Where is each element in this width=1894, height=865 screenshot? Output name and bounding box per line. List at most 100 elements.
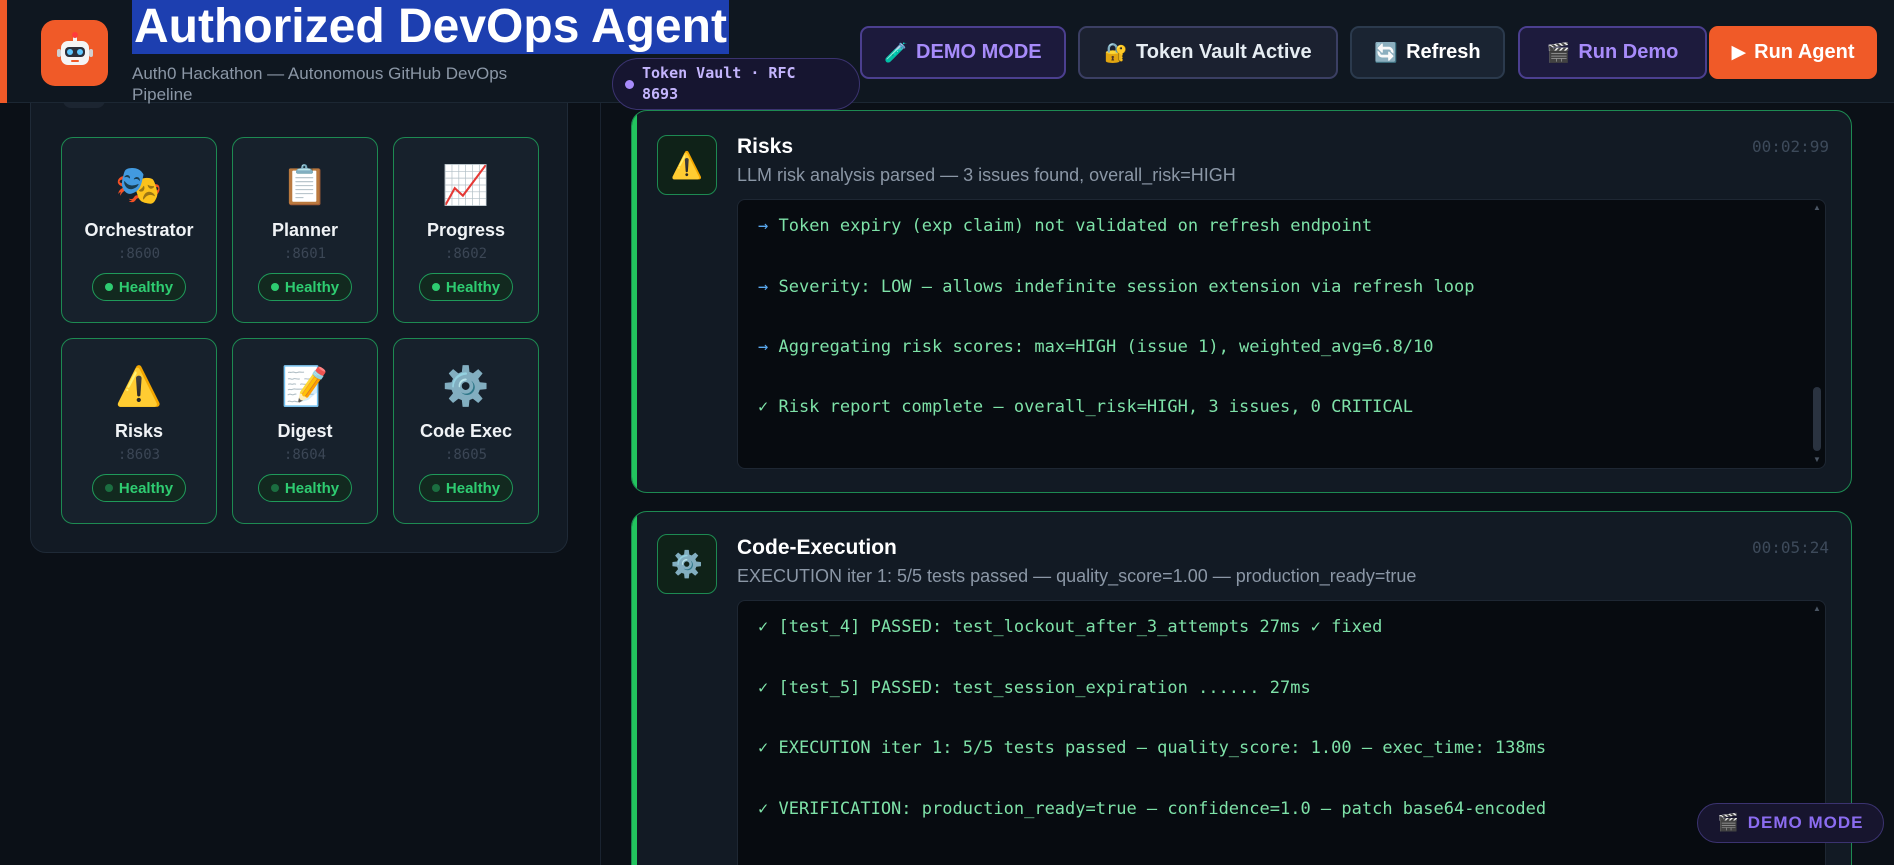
- test-tube-icon: 🧪: [884, 42, 909, 64]
- gear-icon: ⚙️: [442, 366, 490, 408]
- clapperboard-icon: 🎬: [1717, 813, 1740, 832]
- theater-masks-icon: 🎭: [115, 165, 163, 207]
- robot-icon: [41, 20, 108, 86]
- warning-icon: ⚠️: [115, 366, 163, 408]
- step-status-bar: [632, 512, 637, 865]
- token-vault-pill: Token Vault · RFC 8693: [612, 58, 860, 110]
- run-agent-label: Run Agent: [1754, 41, 1855, 63]
- status-badge: Healthy: [91, 273, 187, 301]
- log-line: → Severity: LOW — allows indefinite sess…: [758, 277, 1474, 297]
- status-dot: [431, 484, 440, 492]
- log-output[interactable]: ✓ [test_4] PASSED: test_lockout_after_3_…: [737, 600, 1826, 865]
- token-vault-button[interactable]: 🔐 Token Vault Active: [1078, 26, 1338, 79]
- log-line: ✓ Risk report complete — overall_risk=HI…: [758, 397, 1413, 417]
- scroll-up-arrow-icon[interactable]: ▲: [1813, 204, 1821, 212]
- agent-card-orchestrator[interactable]: 🎭 Orchestrator :8600 Healthy: [61, 137, 217, 323]
- step-title: Code-Execution: [737, 536, 897, 559]
- log-line-text: → Token expiry (exp claim) not validated…: [758, 216, 1373, 236]
- status-label: Healthy: [284, 479, 340, 497]
- run-agent-button[interactable]: ▶ Run Agent: [1709, 26, 1877, 79]
- scroll-down-arrow-icon[interactable]: ▼: [1813, 456, 1821, 464]
- status-badge: Healthy: [257, 273, 353, 301]
- demo-mode-button[interactable]: 🧪 DEMO MODE: [860, 26, 1066, 79]
- status-dot: [104, 283, 113, 291]
- status-dot: [104, 484, 113, 492]
- status-dot: [270, 484, 279, 492]
- status-label: Healthy: [118, 479, 174, 497]
- play-icon: ▶: [1731, 42, 1747, 63]
- agent-port: :8602: [444, 246, 488, 262]
- status-dot: [431, 283, 440, 291]
- agent-port: :8601: [283, 246, 327, 262]
- gear-icon: ⚙️: [657, 534, 717, 594]
- log-line: → Token expiry (exp claim) not validated…: [758, 216, 1372, 236]
- step-timestamp: 00:05:24: [1751, 538, 1829, 557]
- app-header: Authorized DevOps Agent Auth0 Hackathon …: [0, 0, 1894, 110]
- log-line-text: ✓ [test_5] PASSED: test_session_expirati…: [758, 678, 1311, 698]
- agent-card-progress[interactable]: 📈 Progress :8602 Healthy: [393, 137, 539, 323]
- header-accent-bar: [0, 0, 7, 103]
- log-line-text: ✓ Risk report complete — overall_risk=HI…: [758, 397, 1414, 417]
- step-subtitle: LLM risk analysis parsed — 3 issues foun…: [737, 165, 1236, 185]
- step-title: Risks: [737, 135, 794, 158]
- log-line-text: ✓ VERIFICATION: production_ready=true — …: [758, 799, 1547, 819]
- step-card-risks: ⚠️ Risks LLM risk analysis parsed — 3 is…: [631, 110, 1852, 493]
- log-line-text: → Aggregating risk scores: max=HIGH (iss…: [758, 337, 1434, 357]
- status-badge: Healthy: [418, 474, 514, 502]
- step-card-code-execution: ⚙️ Code-Execution EXECUTION iter 1: 5/5 …: [631, 511, 1852, 865]
- arrow-right-icon: →: [758, 216, 769, 236]
- agent-name: Digest: [277, 421, 333, 441]
- scrollbar-thumb[interactable]: [1813, 387, 1821, 451]
- run-demo-button[interactable]: 🎬 Run Demo: [1518, 26, 1707, 79]
- agent-card-planner[interactable]: 📋 Planner :8601 Healthy: [232, 137, 378, 323]
- refresh-icon: 🔄: [1374, 42, 1399, 64]
- log-line-text: ✓ [test_4] PASSED: test_lockout_after_3_…: [758, 617, 1383, 637]
- lock-icon: 🔐: [1104, 42, 1129, 64]
- status-label: Healthy: [445, 479, 501, 497]
- scrollbar[interactable]: ▲ ▼: [1813, 204, 1821, 464]
- status-dot: [625, 79, 634, 89]
- log-line-text: → Severity: LOW — allows indefinite sess…: [758, 277, 1475, 297]
- agent-name: Orchestrator: [84, 220, 194, 240]
- app-title: Authorized DevOps Agent: [132, 0, 729, 54]
- agent-name: Planner: [271, 220, 339, 240]
- demo-mode-badge-label: DEMO MODE: [1747, 813, 1864, 832]
- chart-increasing-icon: 📈: [442, 165, 490, 207]
- agent-name: Risks: [114, 421, 164, 441]
- status-dot: [270, 283, 279, 291]
- scroll-up-arrow-icon[interactable]: ▲: [1813, 605, 1821, 613]
- agent-port: :8605: [444, 447, 488, 463]
- log-line: → Aggregating risk scores: max=HIGH (iss…: [758, 337, 1434, 357]
- agent-card-code-exec[interactable]: ⚙️ Code Exec :8605 Healthy: [393, 338, 539, 524]
- agent-name: Progress: [426, 220, 506, 240]
- arrow-right-icon: →: [758, 277, 769, 297]
- demo-mode-label: DEMO MODE: [916, 41, 1042, 63]
- log-line: ✓ [test_4] PASSED: test_lockout_after_3_…: [758, 617, 1382, 637]
- log-line-text: ✓ EXECUTION iter 1: 5/5 tests passed — q…: [758, 738, 1547, 758]
- log-output[interactable]: → Token expiry (exp claim) not validated…: [737, 199, 1826, 469]
- status-badge: Healthy: [91, 474, 187, 502]
- step-subtitle: EXECUTION iter 1: 5/5 tests passed — qua…: [737, 566, 1417, 586]
- agent-port: :8603: [117, 447, 161, 463]
- refresh-label: Refresh: [1406, 41, 1481, 63]
- agent-card-risks[interactable]: ⚠️ Risks :8603 Healthy: [61, 338, 217, 524]
- step-timestamp: 00:02:99: [1751, 137, 1829, 156]
- agent-port: :8604: [283, 447, 327, 463]
- app-subtitle: Auth0 Hackathon — Autonomous GitHub DevO…: [132, 64, 508, 104]
- refresh-button[interactable]: 🔄 Refresh: [1350, 26, 1505, 79]
- warning-icon: ⚠️: [657, 135, 717, 195]
- demo-mode-badge[interactable]: 🎬 DEMO MODE: [1697, 803, 1884, 843]
- column-divider: [600, 103, 601, 865]
- run-demo-label: Run Demo: [1578, 41, 1679, 63]
- status-label: Healthy: [118, 278, 174, 296]
- arrow-right-icon: →: [758, 337, 769, 357]
- agent-card-digest[interactable]: 📝 Digest :8604 Healthy: [232, 338, 378, 524]
- status-label: Healthy: [284, 278, 340, 296]
- token-vault-label: Token Vault Active: [1136, 41, 1312, 63]
- log-line: ✓ [test_5] PASSED: test_session_expirati…: [758, 678, 1311, 698]
- agent-name: Code Exec: [419, 421, 513, 441]
- memo-icon: 📝: [281, 366, 329, 408]
- clipboard-icon: 📋: [281, 165, 329, 207]
- log-line: ✓ VERIFICATION: production_ready=true — …: [758, 799, 1546, 819]
- status-badge: Healthy: [257, 474, 353, 502]
